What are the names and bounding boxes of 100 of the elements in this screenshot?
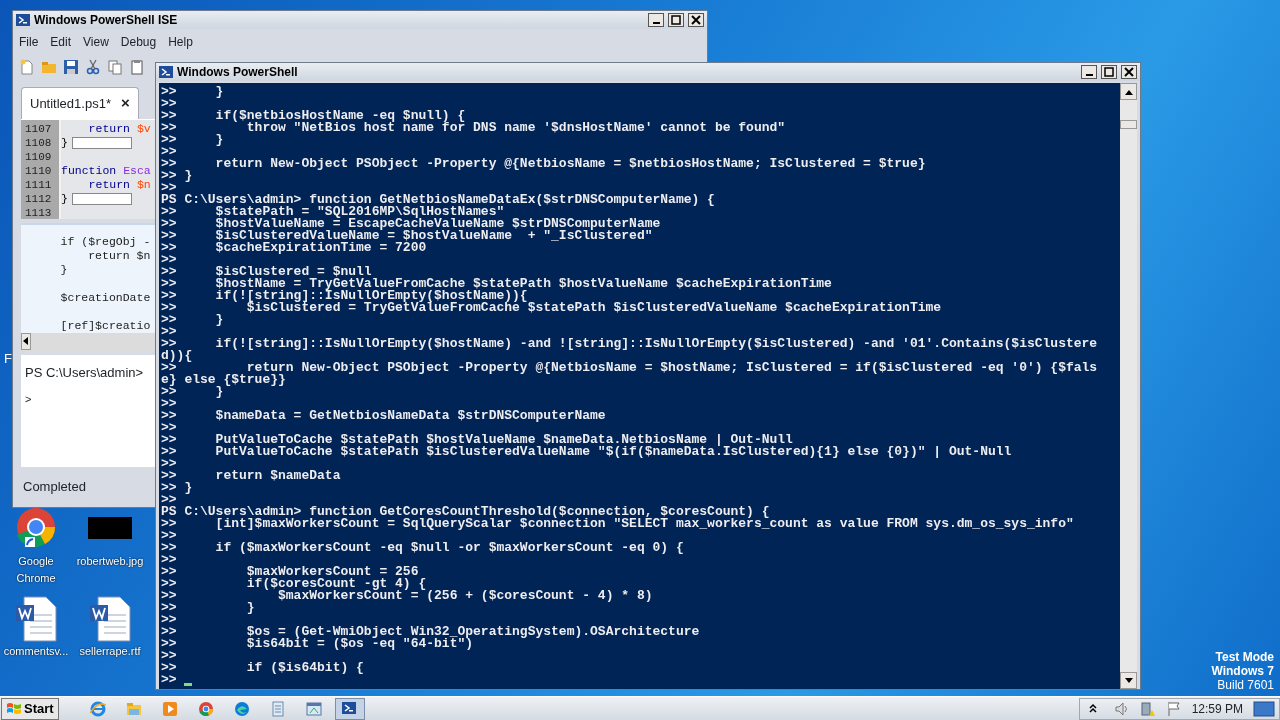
browser-icon [233,700,250,717]
window-title: Windows PowerShell ISE [34,12,179,30]
line-number: 1111 [24,177,53,192]
console-line: e} else {$true}} [161,372,286,387]
console-line: >> $os = (Get-WmiObject Win32_OperatingSystem).OSArchitecture [161,624,700,639]
console-line: PS C:\Users\admin> function GetNetbiosNameDataEx($strDNSComputerName) { [161,192,715,207]
code-line: } [61,135,68,150]
os-notice-text: Windows 7 [1211,664,1274,678]
console-line: >> [161,552,177,567]
code-line: function Esca [61,163,151,178]
menu-item[interactable]: Help [168,33,193,52]
icon-label: F [4,350,12,368]
icon-label: commentsv... [3,644,69,659]
window-icon [305,700,322,717]
scroll-up-button[interactable] [1120,83,1137,100]
console-line: >> } [161,480,193,495]
minimize-button[interactable] [1081,65,1097,79]
console-line: >> } [161,84,224,99]
console-line: >> [161,396,177,411]
script-tab[interactable]: Untitled1.ps1* × [21,87,139,119]
console-line: >> $cacheExpirationTime = 7200 [161,240,427,255]
network-warning-icon[interactable] [1139,700,1156,717]
maximize-button[interactable] [1101,65,1117,79]
maximize-icon [1102,66,1116,78]
console-line: >> [161,144,177,159]
console-line: >> [161,492,177,507]
arrow-up-icon [1124,88,1133,95]
code-line: return $n [87,248,151,262]
minimize-button[interactable] [648,13,664,28]
console-line: >> [161,528,177,543]
menu-item[interactable]: File [19,33,39,52]
powershell-icon [159,65,173,79]
code-line: } [61,191,68,206]
console-line: d)){ [161,348,193,363]
maximize-button[interactable] [668,13,684,28]
line-number: 1109 [24,149,53,164]
console-line: >> if(![string]::IsNullOrEmpty($hostName) -and ![string]::IsNullOrEmpty($isClustered) -and '01'.Contains($isClustere [161,336,1098,351]
flag-icon[interactable] [1165,700,1182,717]
console-line: >> $nameData = GetNetbiosNameData $strDNSComputerName [161,408,606,423]
taskbar-button[interactable] [334,697,365,720]
console-line: >> [161,252,177,267]
line-number: 1108 [24,135,53,150]
tab-close-button[interactable]: × [120,92,130,115]
console-line: >> if($coresCount -gt 4) { [161,576,427,591]
minimize-icon [1085,74,1093,76]
cut-icon[interactable] [85,59,101,76]
console-line: >> if ($is64bit) { [161,660,364,675]
os-notice-text: Test Mode [1214,650,1274,664]
maximize-icon [669,14,683,27]
windows-logo-icon [6,700,22,717]
terminal-icon [341,700,358,717]
scrollbar-thumb[interactable] [1120,120,1137,129]
cursor [184,683,193,686]
code-line: return $v [87,121,151,136]
powershell-icon [16,13,30,28]
browser-icon [197,700,214,717]
console-line: >> [161,612,177,627]
console-line: >> return New-Object PSObject -Property @{NetbiosName = $netbiosHostName; IsClustered = $true} [161,156,926,171]
scroll-left-button[interactable] [21,333,31,350]
console-line: >> if ($maxWorkersCount -eq $null -or $maxWorkersCount -eq 0) { [161,540,684,555]
console-line: >> [161,96,177,111]
console-line: >> } [161,600,255,615]
icon-label: robertweb.jpg [76,554,144,569]
console-line: >> return $nameData [161,468,341,483]
code-line: } [59,262,68,276]
console-line: >> $maxWorkersCount = 256 [161,564,419,579]
notepad-icon [269,700,286,717]
console-line: >> $statePath = "SQL2016MP\SqlHostNames" [161,204,505,219]
code-line: if ($regObj - [59,234,151,248]
console-line: >> [161,180,177,195]
new-file-icon[interactable] [19,59,35,76]
show-desktop-button[interactable] [1253,699,1275,718]
console-line: >> [161,648,177,663]
paste-icon[interactable] [129,59,145,76]
icon-label: sellerrape.rtf [79,644,141,659]
menu-item[interactable]: Debug [120,33,157,52]
line-number: 1112 [24,191,53,206]
window-title: Windows PowerShell [177,64,299,81]
save-icon[interactable] [63,59,79,76]
scroll-down-button[interactable] [1120,672,1137,689]
close-button[interactable] [688,13,704,28]
console-line: >> } [161,168,193,183]
browser-icon [89,700,106,717]
console-line: >> [161,672,177,687]
folder-icon [125,700,142,717]
menu-item[interactable]: Edit [50,33,72,52]
console-line: >> $isClustered = $null [161,264,372,279]
close-button[interactable] [1121,65,1137,79]
play-icon [161,700,178,717]
start-button[interactable]: Start [1,697,59,720]
console-prompt: PS C:\Users\admin> [25,365,144,381]
console-line: >> [161,420,177,435]
console-line: >> PutValueToCache $statePath $hostValueName $nameData.NetbiosName | Out-Null [161,432,793,447]
speaker-icon[interactable] [1113,700,1130,717]
console-line: PS C:\Users\admin> function GetCoresCountThreshold($connection, $coresCount) { [161,504,770,519]
copy-icon[interactable] [107,59,123,76]
close-icon [1122,66,1136,78]
close-icon [689,14,703,27]
menu-item[interactable]: View [83,33,109,52]
code-line: [ref]$creatio [59,318,151,332]
